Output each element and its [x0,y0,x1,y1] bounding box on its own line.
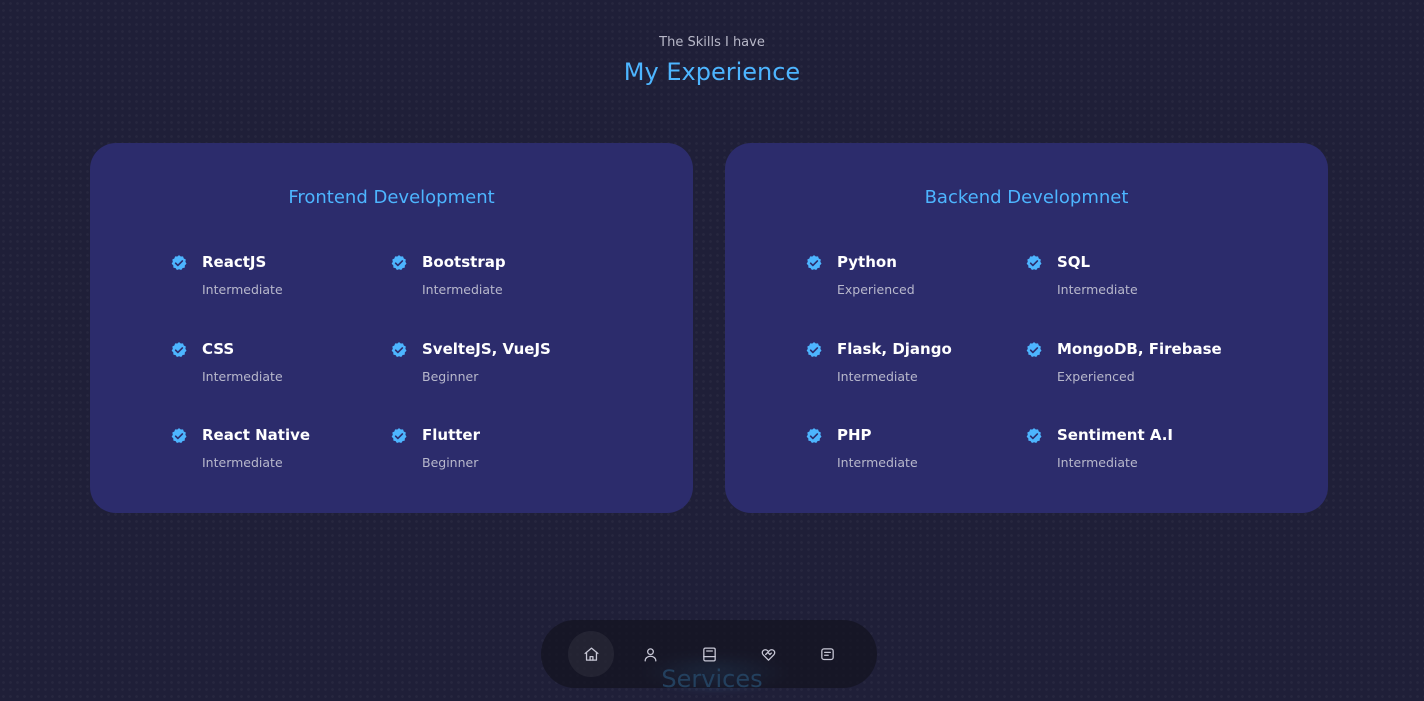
skill-level: Experienced [1057,369,1135,384]
skill-level: Experienced [837,282,915,297]
skill-level: Intermediate [837,369,918,384]
skill-name: Flutter [422,426,480,444]
skill-name: SvelteJS, VueJS [422,340,551,358]
skill-item: MongoDB, Firebase Experienced [1025,333,1225,384]
skill-name: Python [837,253,897,271]
verified-check-icon [806,255,822,270]
backend-card-title: Backend Developmnet [924,187,1129,208]
skill-item: Bootstrap Intermediate [390,246,590,297]
skill-level: Intermediate [1057,282,1138,297]
skill-item: Python Experienced [805,246,1005,297]
verified-check-icon [1026,428,1042,443]
skill-name: PHP [837,426,872,444]
verified-check-icon [171,255,187,270]
skill-level: Beginner [422,455,479,470]
skill-item: SQL Intermediate [1025,246,1225,297]
verified-check-icon [806,342,822,357]
verified-check-icon [391,342,407,357]
skill-level: Intermediate [1057,455,1138,470]
skill-level: Beginner [422,369,479,384]
skill-name: ReactJS [202,253,267,271]
skill-name: React Native [202,426,311,444]
skill-name: Flask, Django [837,340,952,358]
verified-check-icon [171,428,187,443]
skill-name: Sentiment A.I [1057,426,1174,444]
nav-experience-button[interactable] [686,631,732,677]
skill-name: MongoDB, Firebase [1057,340,1222,358]
skill-item: CSS Intermediate [170,333,370,384]
backend-card: Backend Developmnet Python Experienced S… [725,143,1328,513]
verified-check-icon [391,255,407,270]
skill-level: Intermediate [202,369,283,384]
skill-item: React Native Intermediate [170,419,370,470]
skill-item: Sentiment A.I Intermediate [1025,419,1225,470]
user-icon [644,647,656,662]
skill-level: Intermediate [422,282,503,297]
skill-level: Intermediate [202,455,283,470]
nav-about-button[interactable] [627,631,673,677]
skill-item: SvelteJS, VueJS Beginner [390,333,590,384]
skill-name: SQL [1057,253,1091,271]
verified-check-icon [1026,342,1042,357]
verified-check-icon [1026,255,1042,270]
message-icon [820,647,834,660]
skill-item: Flutter Beginner [390,419,590,470]
skill-level: Intermediate [837,455,918,470]
skill-item: ReactJS Intermediate [170,246,370,297]
home-icon [583,646,599,661]
skill-item: Flask, Django Intermediate [805,333,1005,384]
handshake-icon [761,648,775,661]
nav-home-button[interactable] [568,631,614,677]
skill-name: CSS [202,340,235,358]
nav-services-button[interactable] [745,631,791,677]
verified-check-icon [806,428,822,443]
verified-check-icon [391,428,407,443]
nav-contact-button[interactable] [804,631,850,677]
skill-item: PHP Intermediate [805,419,1005,470]
frontend-card: Frontend Development ReactJS Intermediat… [90,143,693,513]
section-header: The Skills I have My Experience [0,34,1424,87]
section-title: My Experience [623,58,801,86]
verified-check-icon [171,342,187,357]
frontend-card-title: Frontend Development [288,187,495,208]
skill-level: Intermediate [202,282,283,297]
bottom-nav [541,620,877,688]
section-subtitle: The Skills I have [659,35,765,50]
skill-name: Bootstrap [422,253,506,271]
book-icon [702,646,716,662]
